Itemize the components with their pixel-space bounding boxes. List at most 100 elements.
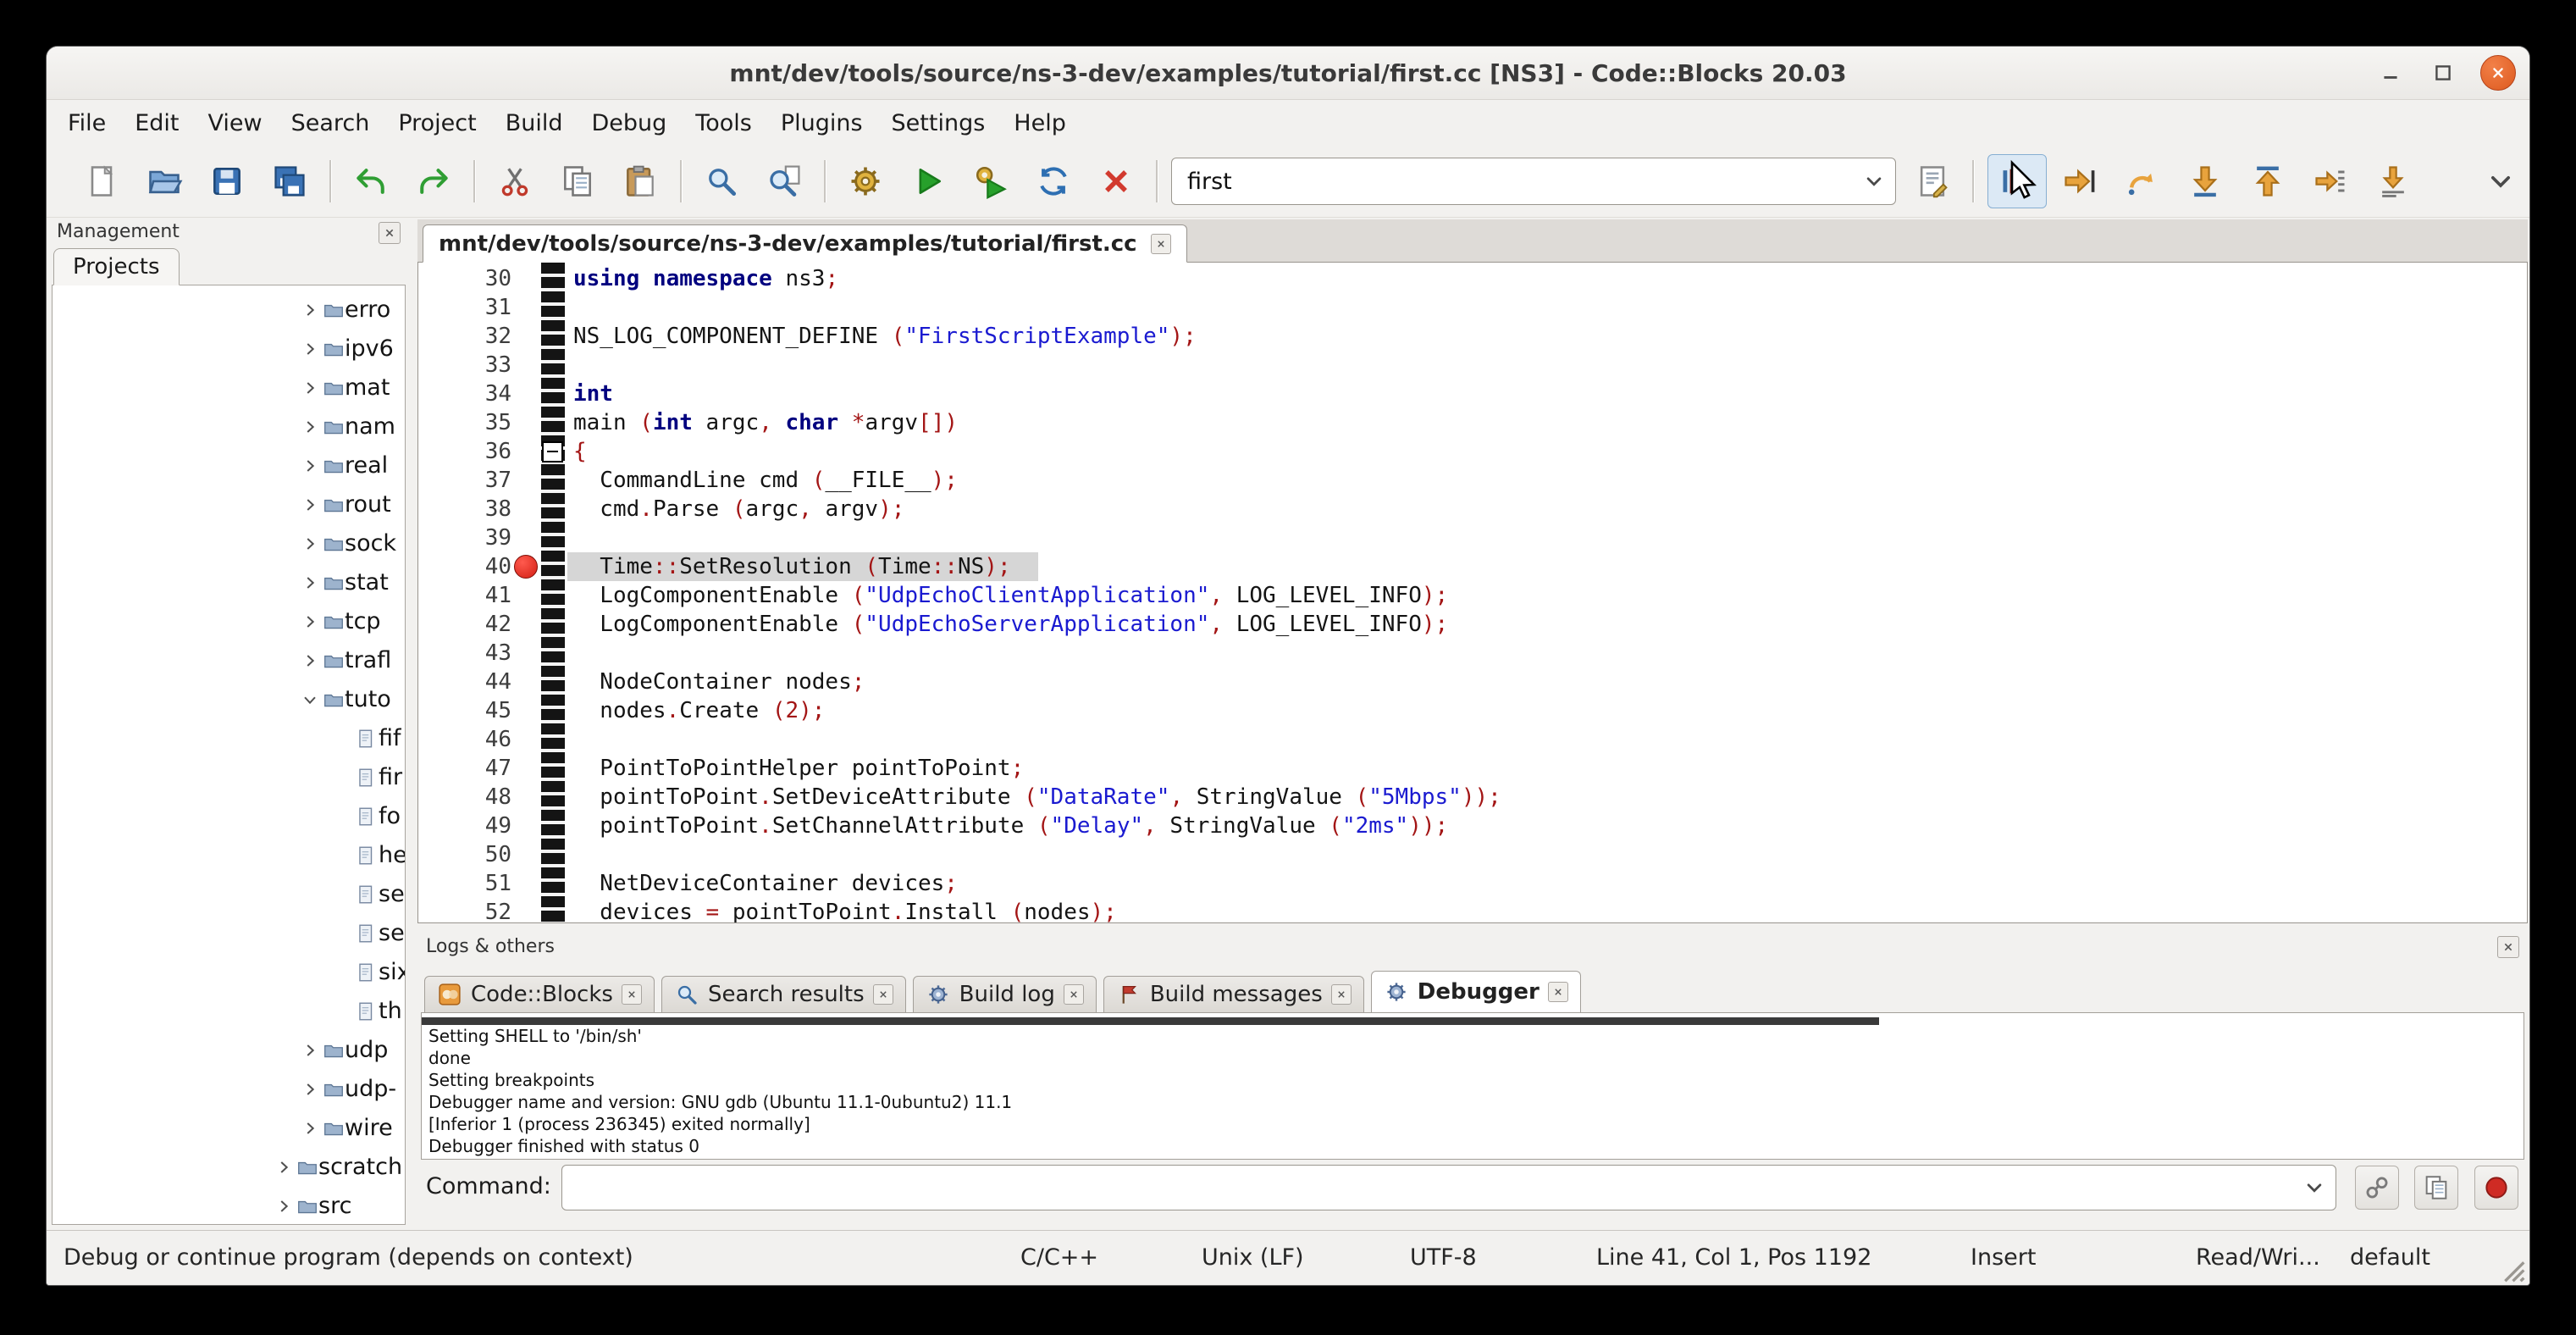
menu-item-file[interactable]: File [53,105,120,141]
step-out-button[interactable] [2238,154,2297,208]
find-button[interactable] [692,154,751,208]
tree-item-sock[interactable]: sock [53,524,405,563]
minimize-button[interactable] [2375,58,2406,88]
tree-item-trafl[interactable]: trafl [53,641,405,680]
titlebar[interactable]: mnt/dev/tools/source/ns-3-dev/examples/t… [47,47,2529,100]
rebuild-button[interactable] [1024,154,1083,208]
find-in-files-button[interactable] [755,154,814,208]
chevron-right-icon-wrap[interactable] [301,1080,319,1099]
paste-button[interactable] [611,154,670,208]
chevron-right-icon-wrap[interactable] [301,535,319,553]
tree-item-scratch[interactable]: scratch [53,1148,405,1187]
tree-item-he[interactable]: he [53,836,405,875]
menu-item-build[interactable]: Build [491,105,578,141]
code-line-51[interactable]: 51 NetDeviceContainer devices; [418,869,2527,898]
code-line-36[interactable]: 36{ [418,437,2527,466]
logs-close-button[interactable] [2497,936,2519,958]
chevron-right-icon-wrap[interactable] [301,651,319,670]
logs-tab-close-button[interactable] [1548,982,1568,1002]
next-instruction-button[interactable] [2301,154,2360,208]
cut-button[interactable] [485,154,544,208]
chevron-right-icon-wrap[interactable] [301,1119,319,1138]
tree-item-nam[interactable]: nam [53,407,405,446]
tree-item-fif[interactable]: fif [53,719,405,758]
tree-item-src[interactable]: src [53,1187,405,1225]
code-line-33[interactable]: 33 [418,351,2527,379]
logs-tab-debugger[interactable]: Debugger [1371,971,1581,1013]
chevron-right-icon-wrap[interactable] [301,496,319,514]
tree-item-fir[interactable]: fir [53,758,405,797]
menu-item-view[interactable]: View [193,105,276,141]
editor-tab-first-cc[interactable]: mnt/dev/tools/source/ns-3-dev/examples/t… [423,224,1187,263]
menu-item-edit[interactable]: Edit [120,105,193,141]
code-line-30[interactable]: 30using namespace ns3; [418,264,2527,293]
toolbar-overflow-button[interactable] [2484,164,2518,198]
chevron-right-icon-wrap[interactable] [301,340,319,358]
tree-item-tuto[interactable]: tuto [53,680,405,719]
logs-tab-search-results[interactable]: Search results [661,976,906,1013]
save-all-button[interactable] [260,154,319,208]
tree-item-udp[interactable]: udp [53,1031,405,1070]
code-line-31[interactable]: 31 [418,293,2527,322]
build-options-button[interactable] [1903,154,1962,208]
logs-tab-build-log[interactable]: Build log [913,976,1097,1013]
code-line-32[interactable]: 32NS_LOG_COMPONENT_DEFINE ("FirstScriptE… [418,322,2527,351]
chevron-right-icon-wrap[interactable] [301,457,319,475]
menu-item-help[interactable]: Help [999,105,1081,141]
step-into-button[interactable] [2175,154,2235,208]
chevron-right-icon-wrap[interactable] [301,1041,319,1060]
fold-marker[interactable] [542,441,563,463]
tab-projects[interactable]: Projects [53,248,180,285]
code-line-43[interactable]: 43 [418,639,2527,668]
build-target-combo[interactable]: first [1171,158,1896,205]
tree-item-wire[interactable]: wire [53,1109,405,1148]
logs-tab-close-button[interactable] [873,984,893,1005]
tree-item-fo[interactable]: fo [53,797,405,836]
next-line-button[interactable] [2113,154,2172,208]
stop-button[interactable] [2474,1166,2518,1210]
run-to-cursor-button[interactable] [2050,154,2109,208]
tree-item-se[interactable]: se [53,875,405,914]
logs-tab-close-button[interactable] [1064,984,1084,1005]
menu-item-project[interactable]: Project [384,105,490,141]
code-line-39[interactable]: 39 [418,523,2527,552]
tree-item-udp-[interactable]: udp- [53,1070,405,1109]
maximize-button[interactable] [2428,58,2458,88]
code-line-41[interactable]: 41 LogComponentEnable ("UdpEchoClientApp… [418,581,2527,610]
chevron-right-icon-wrap[interactable] [301,573,319,592]
logs-tab-build-messages[interactable]: Build messages [1103,976,1364,1013]
menu-item-search[interactable]: Search [277,105,384,141]
code-line-38[interactable]: 38 cmd.Parse (argc, argv); [418,495,2527,523]
step-into-instruction-button[interactable] [2363,154,2423,208]
code-line-46[interactable]: 46 [418,725,2527,754]
tree-item-erro[interactable]: erro [53,291,405,330]
tree-item-tcp[interactable]: tcp [53,602,405,641]
chevron-right-icon-wrap[interactable] [301,418,319,436]
logs-tab-code-blocks[interactable]: Code::Blocks [424,976,655,1013]
chevron-right-icon-wrap[interactable] [301,379,319,397]
code-line-48[interactable]: 48 pointToPoint.SetDeviceAttribute ("Dat… [418,783,2527,812]
redo-button[interactable] [404,154,463,208]
run-button[interactable] [898,154,958,208]
code-line-34[interactable]: 34int [418,379,2527,408]
chevron-right-icon-wrap[interactable] [274,1158,293,1177]
build-button[interactable] [836,154,895,208]
abort-build-button[interactable] [1086,154,1146,208]
chevron-right-icon-wrap[interactable] [301,301,319,319]
tree-item-th[interactable]: th [53,992,405,1031]
code-line-37[interactable]: 37 CommandLine cmd (__FILE__); [418,466,2527,495]
copy-button[interactable] [548,154,607,208]
copy-button[interactable] [2414,1166,2458,1210]
tree-item-six[interactable]: six [53,953,405,992]
debugger-log[interactable]: Setting SHELL to '/bin/sh'doneSetting br… [421,1012,2524,1160]
menu-item-tools[interactable]: Tools [681,105,766,141]
new-file-button[interactable] [72,154,131,208]
menu-item-debug[interactable]: Debug [578,105,682,141]
menu-item-settings[interactable]: Settings [877,105,1000,141]
undo-button[interactable] [341,154,401,208]
open-file-button[interactable] [135,154,194,208]
code-line-47[interactable]: 47 PointToPointHelper pointToPoint; [418,754,2527,783]
code-line-35[interactable]: 35main (int argc, char *argv[]) [418,408,2527,437]
logs-tab-close-button[interactable] [622,984,642,1005]
chevron-down-icon-wrap[interactable] [301,690,319,709]
